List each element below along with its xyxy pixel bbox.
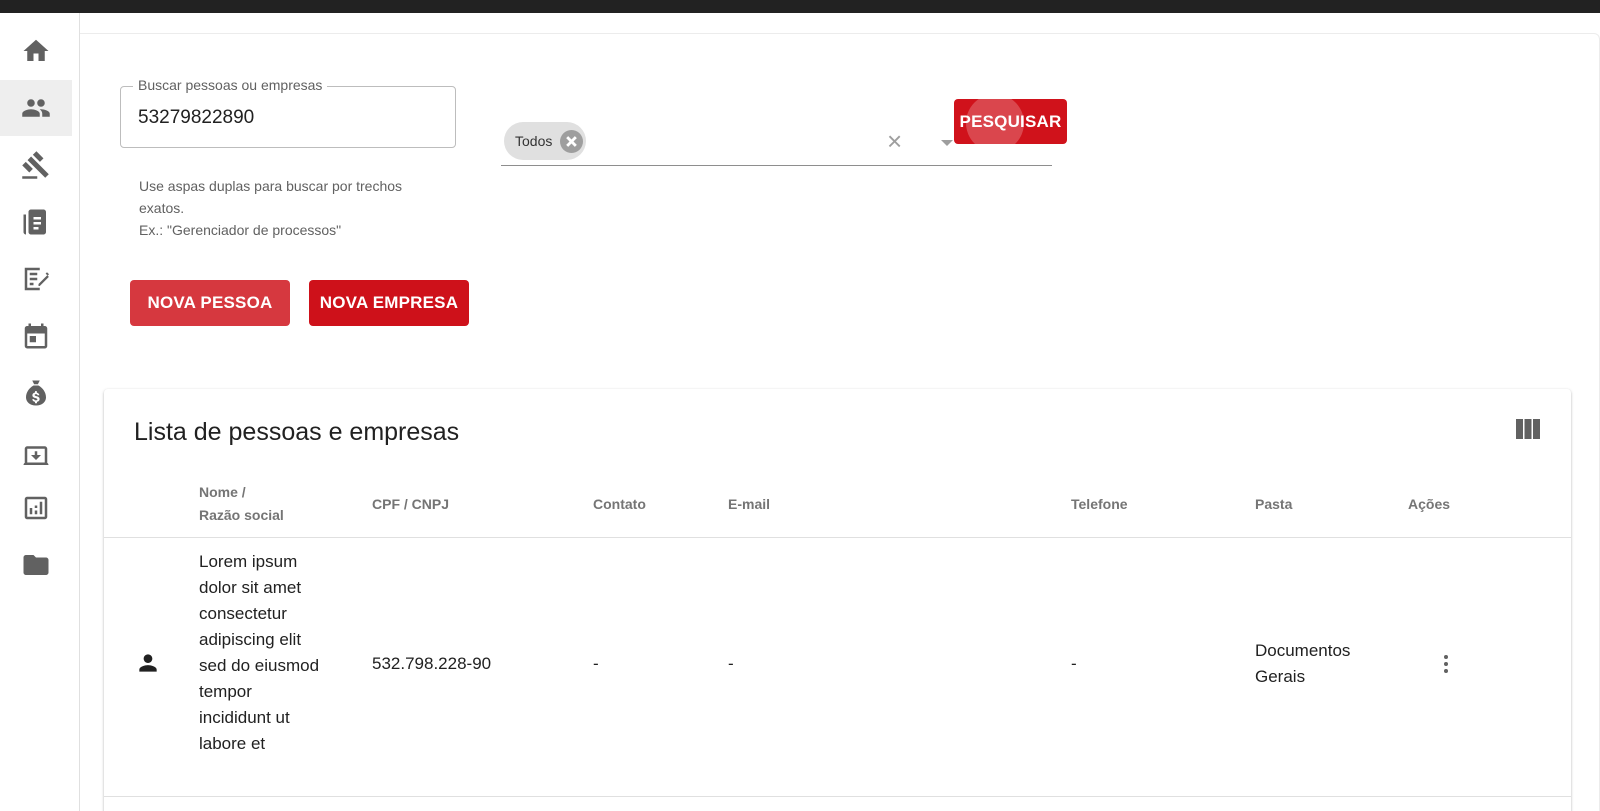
top-bar bbox=[0, 0, 1600, 13]
new-company-button[interactable]: NOVA EMPRESA bbox=[309, 280, 469, 326]
clear-filter-icon[interactable]: × bbox=[887, 128, 902, 154]
cell-folder: Documentos Gerais bbox=[1255, 641, 1351, 686]
sidebar-item-archive[interactable] bbox=[0, 422, 72, 478]
column-header-name[interactable]: Nome / Razão social bbox=[199, 481, 284, 527]
cell-phone: - bbox=[1071, 654, 1077, 673]
sidebar-item-folders[interactable] bbox=[0, 537, 72, 593]
dropdown-arrow-icon[interactable] bbox=[941, 140, 953, 146]
search-hint: Use aspas duplas para buscar por trechos… bbox=[139, 175, 439, 241]
sidebar bbox=[0, 13, 80, 811]
column-header-doc[interactable]: CPF / CNPJ bbox=[372, 493, 449, 516]
search-input[interactable]: Buscar pessoas ou empresas 53279822890 bbox=[120, 77, 456, 148]
search-hint-text: Use aspas duplas para buscar por trechos… bbox=[139, 178, 403, 216]
folder-icon bbox=[23, 555, 49, 575]
person-icon bbox=[135, 650, 161, 676]
cell-doc: 532.798.228-90 bbox=[372, 654, 492, 673]
archive-icon bbox=[23, 446, 49, 465]
table-title: Lista de pessoas e empresas bbox=[134, 418, 460, 446]
document-icon bbox=[23, 209, 46, 235]
sidebar-item-reports[interactable] bbox=[0, 480, 72, 536]
gavel-icon bbox=[22, 151, 49, 179]
chart-icon bbox=[24, 496, 48, 520]
column-header-actions: Ações bbox=[1408, 496, 1451, 512]
column-header-name-line2: Razão social bbox=[199, 507, 284, 523]
sidebar-item-finance[interactable] bbox=[0, 365, 72, 421]
search-input-value[interactable]: 53279822890 bbox=[138, 107, 254, 129]
sidebar-item-documents[interactable] bbox=[0, 194, 72, 250]
table-row[interactable]: Lorem ipsum dolor sit amet consectetur a… bbox=[104, 539, 1571, 797]
cell-contact: - bbox=[593, 654, 599, 673]
cell-name[interactable]: Lorem ipsum dolor sit amet consectetur a… bbox=[199, 549, 324, 757]
view-columns-icon[interactable] bbox=[1516, 419, 1540, 439]
cell-email: - bbox=[728, 654, 734, 673]
home-icon bbox=[23, 39, 49, 61]
sidebar-item-calendar[interactable] bbox=[0, 308, 72, 364]
sidebar-item-legal[interactable] bbox=[0, 137, 72, 193]
sidebar-item-contracts[interactable] bbox=[0, 251, 72, 307]
column-header-contact[interactable]: Contato bbox=[593, 493, 646, 516]
filter-chip-label: Todos bbox=[515, 133, 553, 149]
search-hint-example: Ex.: "Gerenciador de processos" bbox=[139, 222, 342, 238]
search-button[interactable]: PESQUISAR bbox=[954, 99, 1067, 144]
column-header-folder[interactable]: Pasta bbox=[1255, 493, 1292, 516]
chip-remove-icon[interactable] bbox=[560, 129, 584, 153]
signature-icon bbox=[24, 267, 49, 291]
sidebar-item-home[interactable] bbox=[0, 23, 72, 79]
column-header-name-line1: Nome / bbox=[199, 484, 246, 500]
money-bag-icon bbox=[26, 380, 46, 406]
new-person-button[interactable]: NOVA PESSOA bbox=[130, 280, 290, 326]
table-header: Nome / Razão social CPF / CNPJ Contato E… bbox=[104, 473, 1571, 538]
search-input-label: Buscar pessoas ou empresas bbox=[133, 77, 328, 93]
people-icon bbox=[22, 99, 50, 117]
column-header-phone[interactable]: Telefone bbox=[1071, 493, 1128, 516]
calendar-icon bbox=[24, 323, 48, 349]
filter-chip[interactable]: Todos bbox=[504, 122, 587, 160]
column-header-email[interactable]: E-mail bbox=[728, 493, 770, 516]
more-actions-icon[interactable] bbox=[1434, 652, 1458, 676]
main-content: Buscar pessoas ou empresas 53279822890 U… bbox=[80, 13, 1600, 811]
sidebar-item-people[interactable] bbox=[0, 80, 72, 136]
people-table-card: Lista de pessoas e empresas Nome / Razão… bbox=[104, 389, 1571, 811]
search-button-label: PESQUISAR bbox=[959, 111, 1062, 131]
